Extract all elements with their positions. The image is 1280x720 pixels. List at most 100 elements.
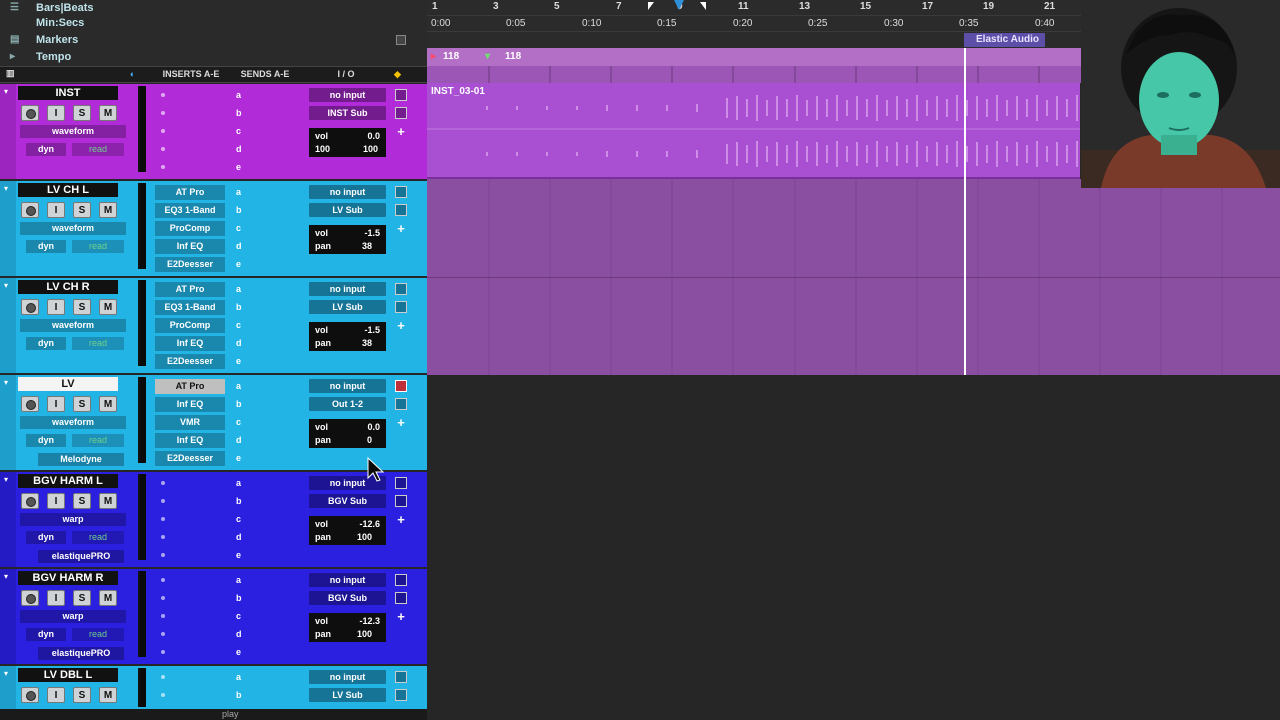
insert-slot[interactable]: VMR	[155, 415, 225, 430]
send-slot[interactable]: c	[232, 318, 298, 333]
send-slot[interactable]: d	[232, 627, 298, 642]
mute-button[interactable]: M	[99, 590, 117, 606]
insert-slot-empty[interactable]	[161, 578, 165, 582]
record-button[interactable]	[21, 590, 39, 606]
input-select[interactable]: no input	[309, 88, 386, 102]
send-slot[interactable]: a	[232, 282, 298, 297]
output-icon[interactable]	[395, 495, 407, 507]
ruler-tempo[interactable]: ▸ Tempo	[0, 49, 427, 66]
automation-mode-select[interactable]: read	[72, 628, 124, 641]
mute-button[interactable]: M	[99, 493, 117, 509]
input-monitor-button[interactable]: I	[47, 202, 65, 218]
send-slot[interactable]: e	[232, 354, 298, 369]
track-lv-ch-l[interactable]: ▾ LV CH L I S M waveform dyn read AT Pro…	[0, 181, 427, 276]
track-lv-dbl-l[interactable]: ▾ LV DBL L I S M a b no input LV Sub	[0, 666, 427, 709]
track-expand-icon[interactable]: ▾	[4, 669, 8, 678]
insert-slot[interactable]: E2Deesser	[155, 354, 225, 369]
solo-button[interactable]: S	[73, 202, 91, 218]
send-slot[interactable]: d	[232, 239, 298, 254]
send-slot[interactable]: d	[232, 336, 298, 351]
insert-slot[interactable]: AT Pro	[155, 185, 225, 200]
insert-slot-empty[interactable]	[161, 499, 165, 503]
output-select[interactable]: INST Sub	[309, 106, 386, 120]
solo-button[interactable]: S	[73, 299, 91, 315]
ruler-markers[interactable]: ▤ Markers	[0, 32, 427, 49]
input-icon[interactable]	[395, 283, 407, 295]
timebase-select[interactable]: dyn	[26, 531, 66, 544]
input-select[interactable]: no input	[309, 185, 386, 199]
send-slot[interactable]: a	[232, 573, 298, 588]
send-slot[interactable]: b	[232, 106, 298, 121]
elastic-plugin-select[interactable]: elastiquePRO	[38, 647, 124, 660]
send-slot[interactable]: e	[232, 645, 298, 660]
insert-slot[interactable]: EQ3 1-Band	[155, 300, 225, 315]
timebase-select[interactable]: dyn	[26, 628, 66, 641]
output-select[interactable]: LV Sub	[309, 203, 386, 217]
input-monitor-button[interactable]: I	[47, 590, 65, 606]
insert-slot-empty[interactable]	[161, 129, 165, 133]
output-icon[interactable]	[395, 689, 407, 701]
insert-slot-empty[interactable]	[161, 675, 165, 679]
output-icon[interactable]	[395, 398, 407, 410]
output-icon[interactable]	[395, 107, 407, 119]
elastic-plugin-select[interactable]: elastiquePRO	[38, 550, 124, 563]
volume-pan-display[interactable]: vol 0.0 100 100	[309, 128, 386, 157]
solo-button[interactable]: S	[73, 687, 91, 703]
track-bgv-harm-l[interactable]: ▾ BGV HARM L I S M warp dyn read elastiq…	[0, 472, 427, 567]
volume-pan-display[interactable]: vol -1.5 pan 38	[309, 322, 386, 351]
tempo-marker-icon[interactable]: ▸	[431, 51, 436, 62]
input-active-icon[interactable]	[395, 380, 407, 392]
insert-slot-empty[interactable]	[161, 481, 165, 485]
input-icon[interactable]	[395, 671, 407, 683]
track-name[interactable]: LV DBL L	[18, 668, 118, 682]
track-lv-ch-r[interactable]: ▾ LV CH R I S M waveform dyn read AT Pro…	[0, 278, 427, 373]
timebase-select[interactable]: dyn	[26, 143, 66, 156]
add-icon[interactable]: +	[395, 125, 407, 138]
track-view-select[interactable]: waveform	[20, 319, 126, 332]
track-expand-icon[interactable]: ▾	[4, 378, 8, 387]
track-view-select[interactable]: warp	[20, 610, 126, 623]
output-select[interactable]: BGV Sub	[309, 494, 386, 508]
insert-slot[interactable]: EQ3 1-Band	[155, 203, 225, 218]
send-slot[interactable]: b	[232, 494, 298, 509]
selection-markers-icon[interactable]	[642, 0, 712, 14]
insert-slot-empty[interactable]	[161, 553, 165, 557]
input-icon[interactable]	[395, 186, 407, 198]
send-slot[interactable]: e	[232, 160, 298, 175]
send-slot[interactable]: b	[232, 300, 298, 315]
insert-slot[interactable]: Inf EQ	[155, 397, 225, 412]
track-view-select[interactable]: waveform	[20, 125, 126, 138]
insert-slot-empty[interactable]	[161, 596, 165, 600]
output-select[interactable]: Out 1-2	[309, 397, 386, 411]
insert-slot[interactable]: Inf EQ	[155, 336, 225, 351]
send-slot[interactable]: c	[232, 609, 298, 624]
insert-slot-empty[interactable]	[161, 632, 165, 636]
solo-button[interactable]: S	[73, 396, 91, 412]
add-icon[interactable]: +	[395, 610, 407, 623]
volume-pan-display[interactable]: vol 0.0 pan 0	[309, 419, 386, 448]
input-icon[interactable]	[395, 574, 407, 586]
track-expand-icon[interactable]: ▾	[4, 572, 8, 581]
send-slot[interactable]: e	[232, 257, 298, 272]
sends-header[interactable]: SENDS A-E	[232, 69, 298, 79]
automation-mode-select[interactable]: read	[72, 337, 124, 350]
automation-mode-select[interactable]: read	[72, 434, 124, 447]
automation-mode-select[interactable]: read	[72, 240, 124, 253]
track-name[interactable]: LV CH R	[18, 280, 118, 294]
io-header[interactable]: I / O	[306, 69, 386, 79]
track-view-select[interactable]: waveform	[20, 416, 126, 429]
input-select[interactable]: no input	[309, 282, 386, 296]
add-icon[interactable]: +	[395, 319, 407, 332]
input-monitor-button[interactable]: I	[47, 493, 65, 509]
mute-button[interactable]: M	[99, 687, 117, 703]
timebase-select[interactable]: dyn	[26, 337, 66, 350]
add-icon[interactable]: +	[395, 222, 407, 235]
input-select[interactable]: no input	[309, 670, 386, 684]
track-name[interactable]: BGV HARM R	[18, 571, 118, 585]
input-monitor-button[interactable]: I	[47, 299, 65, 315]
solo-button[interactable]: S	[73, 105, 91, 121]
volume-pan-display[interactable]: vol -12.6 pan 100	[309, 516, 386, 545]
track-bgv-harm-r[interactable]: ▾ BGV HARM R I S M warp dyn read elastiq…	[0, 569, 427, 664]
output-select[interactable]: LV Sub	[309, 688, 386, 702]
playhead-cursor[interactable]	[964, 48, 966, 375]
